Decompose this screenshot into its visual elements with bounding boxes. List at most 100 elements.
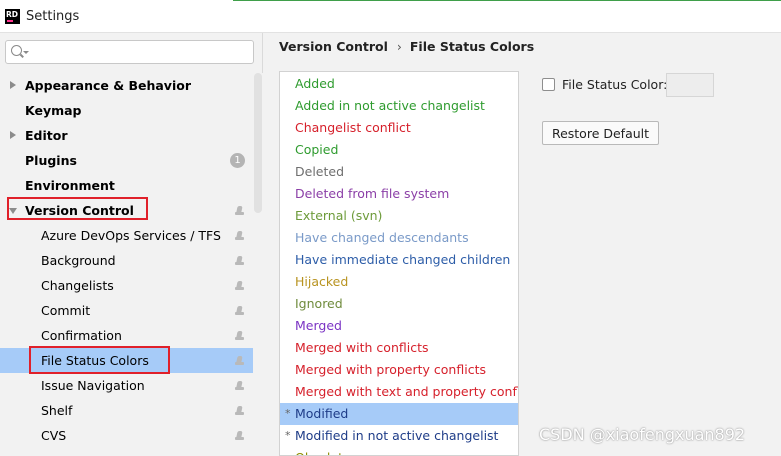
status-list-item[interactable]: Merged with text and property confl... — [280, 381, 519, 403]
status-list-item[interactable]: Ignored — [280, 293, 518, 315]
status-label: Merged — [295, 318, 342, 333]
sidebar-scrollbar-thumb[interactable] — [254, 73, 262, 213]
breadcrumb: Version Control › File Status Colors — [279, 39, 534, 54]
tree-item-changelists[interactable]: Changelists — [0, 273, 253, 298]
project-level-icon — [235, 381, 244, 390]
status-label: Ignored — [295, 296, 343, 311]
status-label: Changelist conflict — [295, 120, 411, 135]
status-label: External (svn) — [295, 208, 383, 223]
status-list-item[interactable]: Merged with property conflicts — [280, 359, 518, 381]
rider-app-icon: RD — [5, 9, 20, 24]
status-label: Added in not active changelist — [295, 98, 485, 113]
tree-item-cvs[interactable]: CVS — [0, 423, 253, 448]
tree-item-background[interactable]: Background — [0, 248, 253, 273]
tree-item-label: Azure DevOps Services / TFS — [41, 228, 221, 243]
project-level-icon — [235, 281, 244, 290]
modified-marker: * — [285, 429, 291, 442]
file-status-color-label: File Status Color: — [562, 77, 668, 92]
tree-item-label: Changelists — [41, 278, 114, 293]
settings-search-input[interactable] — [32, 43, 247, 61]
file-status-color-checkbox[interactable] — [542, 78, 555, 91]
plugins-update-badge: 1 — [230, 153, 245, 168]
annotation-highlight-file-status-colors — [29, 346, 170, 374]
status-list-item[interactable]: Have immediate changed children — [280, 249, 518, 271]
tree-item-commit[interactable]: Commit — [0, 298, 253, 323]
tree-item-label: Plugins — [25, 153, 77, 168]
breadcrumb-separator-icon: › — [396, 39, 402, 54]
tree-item-label: Environment — [25, 178, 115, 193]
status-list-item[interactable]: * Modified — [280, 403, 518, 425]
tree-item-appearance-behavior[interactable]: Appearance & Behavior — [0, 73, 253, 98]
restore-default-button[interactable]: Restore Default — [542, 121, 659, 145]
status-list-item[interactable]: Obsolete — [280, 447, 518, 455]
status-label: Merged with property conflicts — [295, 362, 486, 377]
tree-item-plugins[interactable]: Plugins 1 — [0, 148, 253, 173]
modified-marker: * — [285, 407, 291, 420]
project-level-icon — [235, 231, 244, 240]
status-list-item[interactable]: * Modified in not active changelist — [280, 425, 518, 447]
tree-item-environment[interactable]: Environment — [0, 173, 253, 198]
project-level-icon — [235, 306, 244, 315]
status-label: Deleted — [295, 164, 345, 179]
project-level-icon — [235, 406, 244, 415]
file-status-color-swatch[interactable] — [666, 73, 714, 97]
status-list-item[interactable]: Merged — [280, 315, 518, 337]
title-bar: RD Settings — [0, 0, 781, 33]
status-list-item[interactable]: Have changed descendants — [280, 227, 518, 249]
tree-item-label: Commit — [41, 303, 91, 318]
tree-item-issue-navigation[interactable]: Issue Navigation — [0, 373, 253, 398]
search-icon[interactable] — [11, 45, 22, 56]
status-label: Modified — [295, 406, 349, 421]
tree-item-editor[interactable]: Editor — [0, 123, 253, 148]
tree-item-label: CVS — [41, 428, 67, 443]
tree-item-label: Shelf — [41, 403, 73, 418]
status-label: Added — [295, 76, 335, 91]
status-list-item[interactable]: Changelist conflict — [280, 117, 518, 139]
tree-item-label: Background — [41, 253, 116, 268]
search-history-chevron-icon[interactable] — [23, 51, 29, 54]
status-list-item[interactable]: Added in not active changelist — [280, 95, 518, 117]
project-level-icon — [235, 256, 244, 265]
tree-item-label: Issue Navigation — [41, 378, 145, 393]
status-list-item[interactable]: Deleted from file system — [280, 183, 518, 205]
status-list-item[interactable]: Merged with conflicts — [280, 337, 518, 359]
status-list-item[interactable]: Deleted — [280, 161, 518, 183]
project-level-icon — [235, 356, 244, 365]
app-icon-bar — [7, 20, 13, 22]
tree-item-keymap[interactable]: Keymap — [0, 98, 253, 123]
annotation-highlight-version-control — [7, 197, 148, 220]
status-list-item[interactable]: Copied — [280, 139, 518, 161]
status-label: Have changed descendants — [295, 230, 469, 245]
project-level-icon — [235, 431, 244, 440]
tree-item-label: Editor — [25, 128, 68, 143]
project-level-icon — [235, 331, 244, 340]
app-icon-text: RD — [6, 10, 19, 19]
tree-item-azure-devops[interactable]: Azure DevOps Services / TFS — [0, 223, 253, 248]
tree-item-shelf[interactable]: Shelf — [0, 398, 253, 423]
expand-arrow-icon[interactable] — [10, 81, 16, 89]
breadcrumb-parent[interactable]: Version Control — [279, 39, 388, 54]
watermark: CSDN @xiaofengxuan892 — [539, 425, 746, 444]
status-list-item[interactable]: Hijacked — [280, 271, 518, 293]
settings-sidebar: Appearance & Behavior Keymap Editor Plug… — [0, 33, 263, 456]
settings-search-box[interactable] — [5, 40, 254, 64]
status-label: Obsolete — [295, 450, 351, 455]
status-list-item[interactable]: Added — [280, 73, 518, 95]
project-level-icon — [235, 206, 244, 215]
expand-arrow-icon[interactable] — [10, 131, 16, 139]
window-title: Settings — [26, 9, 80, 24]
tree-item-label: Confirmation — [41, 328, 122, 343]
tree-item-label: Appearance & Behavior — [25, 78, 191, 93]
status-label: Deleted from file system — [295, 186, 450, 201]
title-bar-accent-line — [233, 0, 781, 1]
status-label: Modified in not active changelist — [295, 428, 499, 443]
status-label: Copied — [295, 142, 339, 157]
status-label: Have immediate changed children — [295, 252, 511, 267]
status-label: Merged with text and property confl... — [295, 384, 519, 399]
breadcrumb-current: File Status Colors — [409, 39, 535, 54]
file-status-list[interactable]: Added Added in not active changelist Chang… — [279, 71, 519, 456]
status-label: Hijacked — [295, 274, 349, 289]
tree-item-label: Keymap — [25, 103, 82, 118]
status-list-item[interactable]: External (svn) — [280, 205, 518, 227]
tree-item-confirmation[interactable]: Confirmation — [0, 323, 253, 348]
